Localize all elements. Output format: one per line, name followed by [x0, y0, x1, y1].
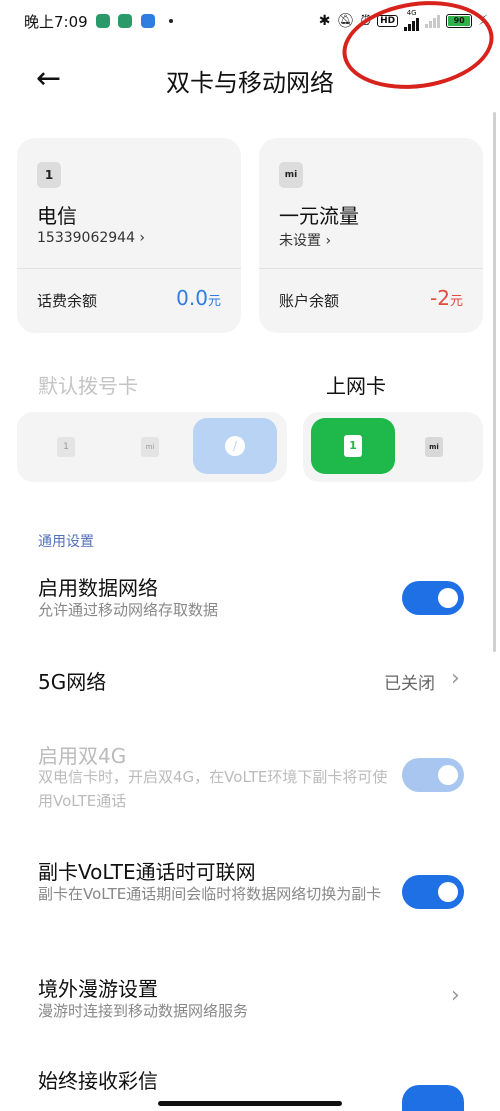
5g-network-title[interactable]: 5G网络 [38, 666, 106, 695]
sim2-balance-value[interactable]: -2元 [430, 286, 463, 310]
bluetooth-icon: ✱ [318, 12, 331, 29]
edit-ask-icon: / [225, 436, 245, 456]
sim2-phone-number[interactable]: 未设置 › [279, 230, 331, 250]
section-header-general: 通用设置 [38, 534, 94, 550]
sim2-card[interactable]: mi 一元流量 未设置 › 账户余额 -2元 [259, 138, 483, 333]
mute-icon: 🔕︎ [336, 12, 355, 29]
data-card-selector[interactable]: 1 mi [303, 412, 483, 482]
sub-volte-data-desc: 副卡在VoLTE通话期间会临时将数据网络切换为副卡 [38, 885, 382, 903]
sim2-carrier-name: 一元流量 [279, 204, 359, 228]
message-app-icon [96, 14, 110, 28]
mobile-data-desc: 允许通过移动网络存取数据 [38, 601, 219, 619]
dial-sim2-option[interactable]: mi [141, 437, 159, 457]
chevron-right-icon[interactable]: › [451, 666, 460, 691]
chevron-right-icon[interactable]: › [451, 983, 460, 1008]
sim1-icon: 1 [344, 435, 362, 457]
mobile-data-toggle[interactable] [402, 581, 464, 615]
dual-4g-toggle[interactable] [402, 758, 464, 792]
card-divider [259, 268, 483, 269]
sim1-phone-number[interactable]: 15339062944 › [37, 230, 145, 246]
card-divider [17, 268, 241, 269]
sim1-carrier-name: 电信 [37, 204, 77, 228]
roaming-settings-title[interactable]: 境外漫游设置 [38, 973, 158, 1002]
dial-sim1-option[interactable]: 1 [57, 437, 75, 457]
data-sim1-option[interactable]: 1 [311, 418, 395, 474]
sim1-balance-label: 话费余额 [37, 292, 98, 310]
always-receive-mms-title: 始终接收彩信 [38, 1069, 158, 1093]
sim2-badge-icon: mi [279, 162, 303, 188]
message-app-icon [118, 14, 132, 28]
dial-ask-option[interactable]: / [193, 418, 277, 474]
back-arrow-icon[interactable]: ← [36, 62, 70, 96]
default-dial-selector[interactable]: 1 mi / [17, 412, 287, 482]
5g-network-value[interactable]: 已关闭 [384, 669, 435, 694]
mobile-data-title: 启用数据网络 [38, 576, 158, 600]
sim1-balance-value[interactable]: 0.0元 [176, 286, 221, 310]
dual-4g-desc: 双电信卡时，开启双4G，在VoLTE环境下副卡将可使用VoLTE通话 [38, 768, 388, 810]
sim2-balance-label: 账户余额 [279, 292, 340, 310]
data-sim2-option[interactable]: mi [425, 437, 443, 457]
roaming-settings-desc: 漫游时连接到移动数据网络服务 [38, 1002, 249, 1020]
page-title: 双卡与移动网络 [166, 69, 334, 97]
sub-volte-data-toggle[interactable] [402, 875, 464, 909]
sim1-badge-icon: 1 [37, 162, 61, 188]
default-dial-label: 默认拨号卡 [38, 374, 138, 398]
always-receive-mms-toggle[interactable] [402, 1085, 464, 1111]
home-indicator[interactable] [158, 1101, 342, 1106]
status-time: 晚上7:09 [24, 13, 88, 31]
sub-volte-data-title: 副卡VoLTE通话时可联网 [38, 860, 256, 884]
scrollbar[interactable] [493, 112, 496, 652]
data-card-label: 上网卡 [326, 374, 386, 398]
app-notification-icon [141, 14, 155, 28]
more-notifications-dot [169, 19, 173, 23]
sim1-card[interactable]: 1 电信 15339062944 › 话费余额 0.0元 [17, 138, 241, 333]
